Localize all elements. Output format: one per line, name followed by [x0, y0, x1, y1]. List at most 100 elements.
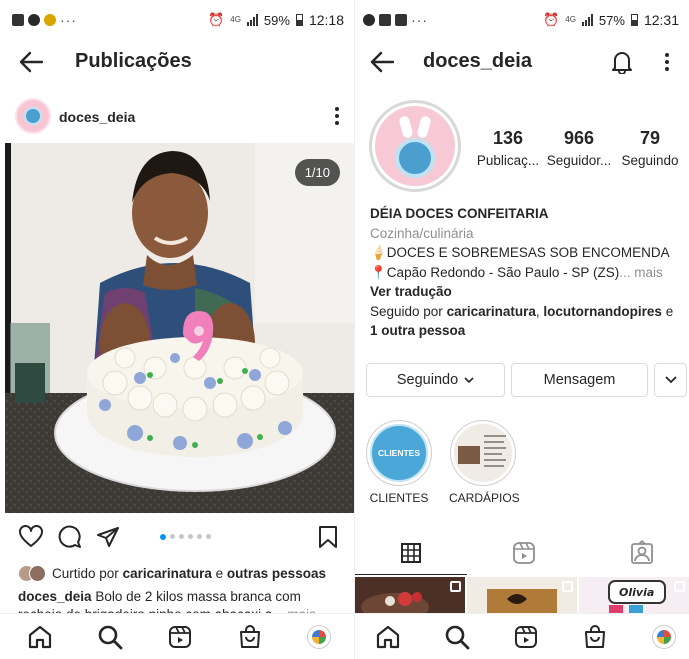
- battery-icon: [295, 14, 303, 26]
- message-button[interactable]: Mensagem: [511, 363, 648, 397]
- bell-icon[interactable]: [611, 50, 633, 74]
- chevron-down-icon: [464, 376, 474, 383]
- reels-icon[interactable]: [511, 540, 537, 566]
- grid-post-3-text: Olivia: [619, 586, 655, 599]
- post-author-row: doces_deia: [0, 96, 354, 140]
- profile-tab[interactable]: [651, 624, 677, 650]
- bio-line-2: 📍Capão Redondo - São Paulo - SP (ZS): [370, 264, 620, 280]
- arrow-left-icon[interactable]: [18, 50, 44, 74]
- profile-tab[interactable]: [306, 624, 332, 650]
- bookmark-icon[interactable]: [318, 525, 338, 549]
- followed-by-user-1[interactable]: caricarinatura: [447, 304, 536, 319]
- highlight-label: CARDÁPIOS: [449, 491, 520, 505]
- more-vertical-icon[interactable]: [664, 52, 670, 72]
- followed-by-user-2[interactable]: locutornandopires: [543, 304, 662, 319]
- chevron-down-icon: [664, 376, 677, 384]
- following-button[interactable]: Seguindo: [366, 363, 505, 397]
- liked-others[interactable]: outras pessoas: [227, 566, 326, 581]
- following-button-label: Seguindo: [396, 372, 459, 388]
- suggested-accounts-button[interactable]: [654, 363, 687, 397]
- profile-actions: Seguindo Mensagem: [366, 363, 689, 399]
- author-username[interactable]: doces_deia: [59, 109, 135, 125]
- profile-name: DÉIA DOCES CONFEITARIA: [370, 206, 549, 221]
- profile-tabs: [355, 532, 689, 576]
- tagged-icon[interactable]: [629, 540, 655, 566]
- image-notification-icon: [395, 14, 407, 26]
- followed-by-and: e: [665, 303, 674, 319]
- bottom-nav: [0, 613, 354, 659]
- shop-bag-icon[interactable]: [582, 624, 608, 650]
- signal-icon: [581, 14, 593, 26]
- gallery-notification-icon: [379, 14, 391, 26]
- followed-by-prefix: Seguido por: [370, 303, 443, 319]
- clock: 12:18: [308, 12, 344, 28]
- highlight-clientes[interactable]: CLIENTES CLIENTES: [365, 420, 433, 505]
- liker-avatar: [29, 565, 46, 582]
- highlight-cardapios-cover: [454, 424, 512, 482]
- reels-icon[interactable]: [167, 624, 193, 650]
- author-avatar[interactable]: [15, 98, 51, 134]
- carousel-counter: 1/10: [294, 159, 340, 186]
- network-type: 4G: [230, 15, 241, 24]
- stat-posts[interactable]: 136 Publicaç...: [473, 128, 543, 168]
- alarm-icon: ⏰: [543, 12, 560, 27]
- arrow-left-icon[interactable]: [369, 50, 395, 74]
- profile-avatar-icon: [652, 625, 676, 649]
- search-icon[interactable]: [97, 624, 123, 650]
- profile-stats: 136 Publicaç... 966 Seguidor... 79 Segui…: [473, 128, 685, 168]
- profile-category: Cozinha/culinária: [370, 225, 474, 241]
- grid-icon[interactable]: [398, 540, 424, 566]
- highlight-label: CLIENTES: [369, 491, 429, 505]
- grid-post-2[interactable]: [467, 577, 577, 617]
- heart-icon[interactable]: [18, 525, 44, 549]
- post-screen: ··· ⏰ 4G 59% 12:18 Publicações doces_dei…: [0, 0, 354, 659]
- stat-following-label: Seguindo: [621, 153, 679, 168]
- liked-and: e: [215, 566, 224, 581]
- followed-by-rest[interactable]: 1 outra pessoa: [370, 323, 465, 338]
- profile-avatar[interactable]: [369, 100, 461, 192]
- home-icon[interactable]: [375, 624, 401, 650]
- alarm-icon: ⏰: [208, 12, 225, 27]
- more-vertical-icon[interactable]: [334, 106, 340, 126]
- see-translation-link[interactable]: Ver tradução: [370, 284, 452, 299]
- battery-percent: 59%: [263, 12, 290, 28]
- send-icon[interactable]: [96, 525, 120, 549]
- comment-icon[interactable]: [58, 525, 82, 549]
- status-bar: ··· ⏰ 4G 57% 12:31: [355, 0, 689, 38]
- profile-screen: ··· ⏰ 4G 57% 12:31 doces_deia 136 Public…: [354, 0, 689, 659]
- stat-posts-count: 136: [492, 128, 524, 148]
- shop-bag-icon[interactable]: [237, 624, 263, 650]
- grid-post-1[interactable]: [355, 577, 465, 617]
- highlight-cardapios[interactable]: CARDÁPIOS: [449, 420, 520, 505]
- stat-followers[interactable]: 966 Seguidor...: [544, 128, 614, 168]
- signal-icon: [246, 14, 258, 26]
- search-icon[interactable]: [444, 624, 470, 650]
- liked-prefix: Curtido por: [52, 566, 119, 581]
- grid-post-3[interactable]: Olivia: [579, 577, 689, 617]
- bio-more-link[interactable]: ... mais: [619, 265, 663, 280]
- caption-username[interactable]: doces_deia: [18, 589, 92, 604]
- highlight-clientes-cover: CLIENTES: [370, 424, 428, 482]
- stat-followers-count: 966: [563, 128, 595, 148]
- liked-user[interactable]: caricarinatura: [123, 566, 212, 581]
- app-notification-icon: [44, 14, 56, 26]
- battery-icon: [630, 14, 638, 26]
- active-tab-indicator: [355, 574, 467, 575]
- posts-grid: Olivia: [355, 577, 689, 617]
- reels-icon[interactable]: [513, 624, 539, 650]
- dessert-image: [467, 577, 577, 617]
- home-icon[interactable]: [27, 624, 53, 650]
- more-notifications-icon: ···: [411, 12, 428, 28]
- cake-photo-image: [5, 143, 354, 513]
- bottom-nav: [355, 613, 689, 659]
- liked-by-row: Curtido por caricarinatura e outras pess…: [18, 565, 346, 582]
- clock: 12:31: [643, 12, 679, 28]
- carousel-icon: [562, 581, 573, 592]
- profile-username-title: doces_deia: [423, 50, 532, 72]
- stat-following[interactable]: 79 Seguindo: [615, 128, 685, 168]
- post-actions: [0, 520, 354, 556]
- profile-avatar-icon: [307, 625, 331, 649]
- stat-followers-label: Seguidor...: [546, 153, 612, 168]
- post-photo[interactable]: 1/10: [5, 143, 354, 513]
- page-title: Publicações: [75, 50, 192, 72]
